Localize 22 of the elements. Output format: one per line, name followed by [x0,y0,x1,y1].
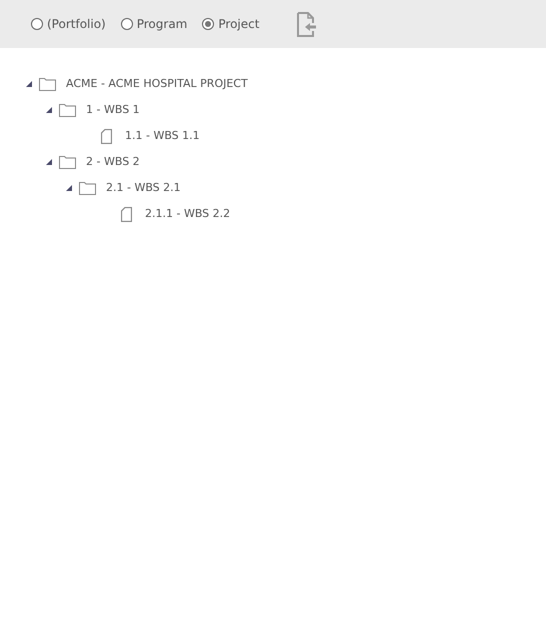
folder-icon [39,77,56,91]
radio-button[interactable] [202,18,214,30]
folder-icon [59,155,76,169]
document-icon [101,128,112,144]
collapse-icon[interactable] [46,107,52,113]
tree-item-label[interactable]: 2.1.1 - WBS 2.2 [145,206,230,222]
radio-button[interactable] [31,18,43,30]
collapse-icon[interactable] [26,81,32,87]
collapse-icon[interactable] [66,185,72,191]
tree-item-label[interactable]: 1.1 - WBS 1.1 [125,128,200,144]
document-icon [121,206,132,222]
tree-item-label[interactable]: 1 - WBS 1 [86,102,140,118]
radio-option[interactable]: Program [120,15,188,33]
radio-button[interactable] [120,18,133,30]
tree-item-label[interactable]: 2 - WBS 2 [86,154,140,170]
folder-icon [79,181,96,195]
radio-option[interactable]: Project [202,15,260,33]
tree-item-label[interactable]: ACME - ACME HOSPITAL PROJECT [66,76,248,92]
tree-item-label[interactable]: 2.1 - WBS 2.1 [106,180,181,196]
radio-option[interactable]: (Portfolio) [31,15,106,33]
folder-icon [59,103,76,117]
collapse-icon[interactable] [46,159,52,165]
